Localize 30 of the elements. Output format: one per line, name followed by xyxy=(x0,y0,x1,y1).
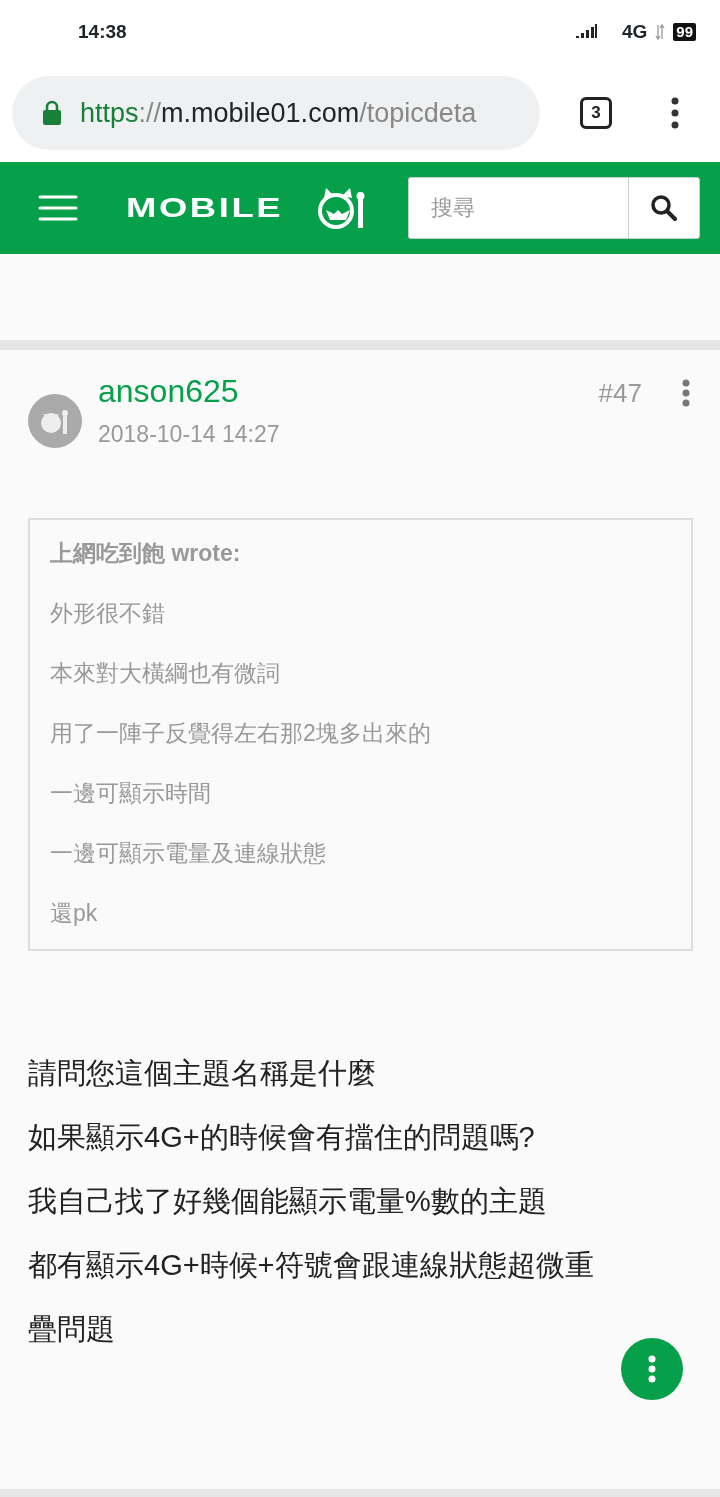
lock-icon xyxy=(42,100,62,126)
more-options-icon[interactable] xyxy=(682,379,690,407)
post-text: 請問您這個主題名稱是什麼 xyxy=(28,1055,377,1091)
battery-level: 99 xyxy=(673,23,696,41)
avatar xyxy=(28,394,82,448)
address-bar[interactable]: https://m.mobile01.com/topicdeta xyxy=(12,76,540,150)
tab-count-button[interactable]: 3 xyxy=(580,97,612,129)
search-icon xyxy=(651,195,677,221)
post-date: 2018-10-14 14:27 xyxy=(98,420,280,450)
quote-text: 用了一陣子反覺得左右那2塊多出來的 xyxy=(50,721,432,745)
clock-time: 14:38 xyxy=(78,19,127,44)
post-text: 如果顯示4G+的時候會有擋住的問題嗎? xyxy=(28,1119,536,1155)
quote-text: 一邊可顯示時間 xyxy=(50,781,212,805)
search-button[interactable] xyxy=(628,177,700,239)
network-type: 4G xyxy=(621,19,648,44)
quote-text: 還pk xyxy=(50,901,99,925)
data-arrows-icon xyxy=(655,23,666,41)
quote-text: 本來對大橫綱也有微詞 xyxy=(50,661,281,685)
quote-text: 外形很不錯 xyxy=(50,601,166,625)
quote-header: 上網吃到飽 wrote: xyxy=(50,541,242,565)
url-text: https://m.mobile01.com/topicdeta xyxy=(80,96,477,130)
more-menu-icon[interactable] xyxy=(671,97,679,129)
post-text: 都有顯示4G+時候+符號會跟連線狀態超微重疊問題 xyxy=(28,1247,595,1347)
post-number: #47 xyxy=(598,377,642,410)
search-field[interactable]: 搜尋 xyxy=(408,177,628,239)
menu-icon[interactable] xyxy=(38,195,78,221)
signal-icon xyxy=(575,24,598,40)
more-icon xyxy=(648,1355,656,1383)
post-text: 我自己找了好幾個能顯示電量%數的主題 xyxy=(28,1183,548,1219)
quote-text: 一邊可顯示電量及連線狀態 xyxy=(50,841,327,865)
